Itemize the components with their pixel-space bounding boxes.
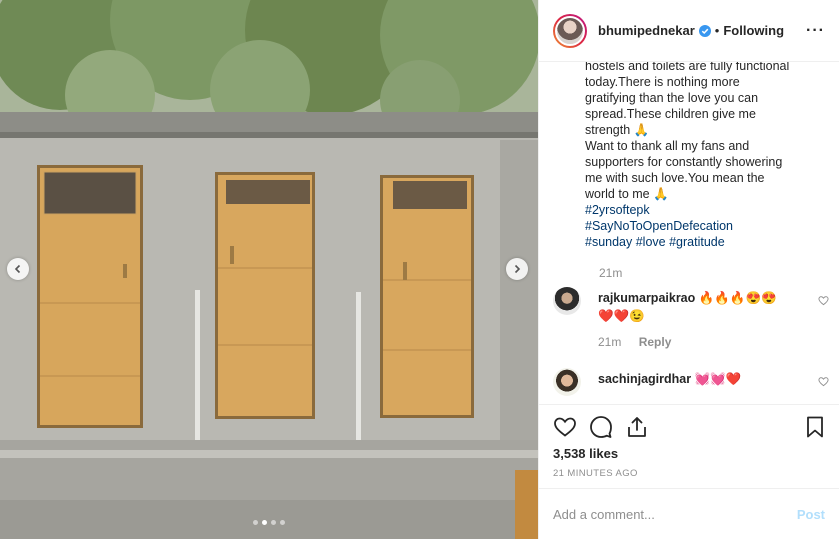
caption-line: strength 🙏	[585, 123, 650, 137]
post-caption: hostels and toilets are fully functional…	[585, 62, 821, 250]
post-header: bhumipednekar • Following ···	[539, 0, 839, 62]
caption-line: Want to thank all my fans and	[585, 139, 750, 153]
comment-like-heart-icon[interactable]	[818, 376, 829, 387]
comment-meta: 21m Reply	[598, 335, 671, 349]
comment-body: sachinjagirdhar 💓💓❤️	[598, 370, 741, 388]
hashtag-link[interactable]: #2yrsoftepk	[585, 202, 821, 218]
carousel-dot	[280, 520, 285, 525]
save-bookmark-icon[interactable]	[803, 415, 827, 439]
like-heart-icon[interactable]	[553, 415, 577, 439]
post-image[interactable]	[0, 0, 538, 539]
username-link[interactable]: bhumipednekar	[598, 23, 695, 38]
header-separator: •	[714, 23, 720, 38]
comments-scroll-area[interactable]: hostels and toilets are fully functional…	[539, 62, 839, 404]
likes-count[interactable]: 3,538 likes	[553, 446, 618, 461]
reply-button[interactable]: Reply	[639, 335, 672, 349]
comment-like-heart-icon[interactable]	[818, 295, 829, 306]
add-comment-bar: Post	[539, 488, 839, 539]
carousel-dot	[271, 520, 276, 525]
verified-badge-icon	[698, 24, 711, 37]
commenter-username[interactable]: sachinjagirdhar	[598, 372, 691, 386]
carousel-dot-active	[262, 520, 267, 525]
comment-text: 🔥🔥🔥😍😍	[698, 291, 777, 305]
share-icon[interactable]	[625, 415, 649, 439]
carousel-indicator	[0, 520, 538, 525]
instagram-post: bhumipednekar • Following ··· hostels an…	[0, 0, 839, 539]
comment-text: 💓💓❤️	[694, 372, 742, 386]
post-timestamp[interactable]: 21 MINUTES AGO	[553, 468, 638, 479]
comment-item: rajkumarpaikrao 🔥🔥🔥😍😍 ❤️❤️😉 21m Reply	[553, 287, 833, 357]
commenter-avatar[interactable]	[553, 287, 581, 315]
next-image-button[interactable]	[506, 258, 528, 280]
comment-item: sachinjagirdhar 💓💓❤️	[553, 368, 833, 404]
carousel-dot	[253, 520, 258, 525]
toilet-block-photo	[0, 0, 538, 539]
post-comment-button[interactable]: Post	[797, 507, 825, 522]
caption-line: world to me 🙏	[585, 187, 669, 201]
comment-body: rajkumarpaikrao 🔥🔥🔥😍😍 ❤️❤️😉	[598, 289, 777, 325]
commenter-avatar[interactable]	[553, 368, 581, 396]
caption-line: spread.These children give me	[585, 107, 756, 121]
caption-line: me with such love.You mean the	[585, 171, 765, 185]
previous-image-button[interactable]	[7, 258, 29, 280]
avatar	[555, 15, 585, 46]
caption-line: gratifying than the love you can	[585, 91, 759, 105]
following-button[interactable]: Following	[723, 23, 784, 38]
hashtag-links[interactable]: #sunday #love #gratitude	[585, 234, 821, 250]
caption-line: supporters for constantly showering	[585, 155, 783, 169]
comment-text: ❤️❤️😉	[598, 309, 645, 323]
caption-line: today.There is nothing more	[585, 75, 740, 89]
hashtag-link[interactable]: #SayNoToOpenDefecation	[585, 218, 821, 234]
chevron-right-icon	[514, 264, 521, 274]
comment-time[interactable]: 21m	[598, 335, 621, 349]
caption-line: hostels and toilets are fully functional	[585, 62, 790, 73]
more-options-icon[interactable]: ···	[806, 22, 825, 40]
comment-bubble-icon[interactable]	[589, 415, 613, 439]
post-sidebar: bhumipednekar • Following ··· hostels an…	[538, 0, 839, 539]
avatar-story-ring[interactable]	[553, 13, 587, 48]
commenter-username[interactable]: rajkumarpaikrao	[598, 291, 695, 305]
comment-input[interactable]	[553, 506, 797, 522]
post-actions: 3,538 likes 21 MINUTES AGO	[539, 404, 839, 488]
chevron-left-icon	[14, 264, 21, 274]
caption-time[interactable]: 21m	[599, 266, 622, 280]
